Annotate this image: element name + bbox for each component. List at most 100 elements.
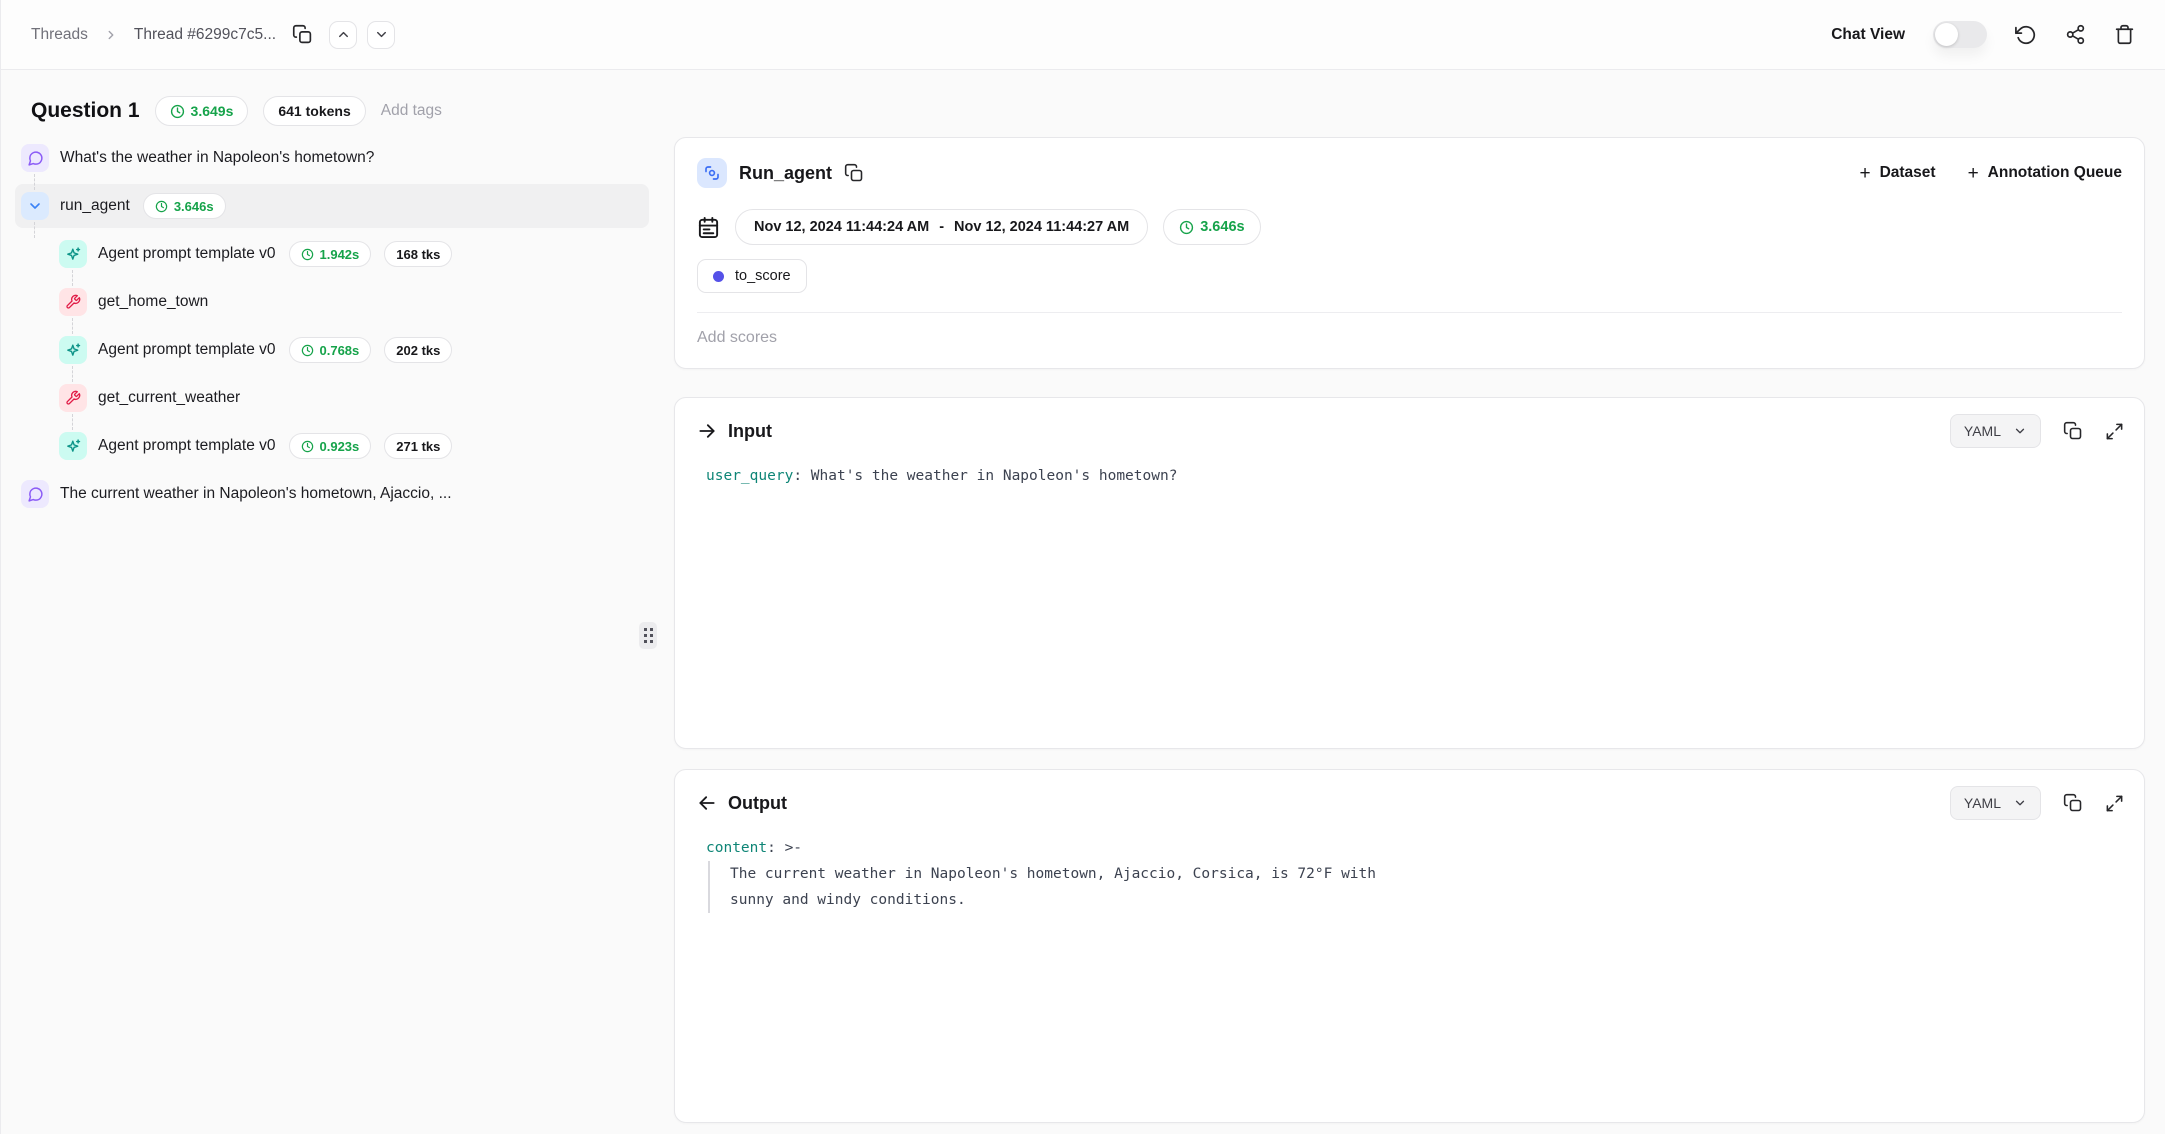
- tree-node-label: get_current_weather: [98, 389, 240, 407]
- input-yaml-content: user_query: What's the weather in Napole…: [706, 463, 2122, 489]
- share-button[interactable]: [2065, 24, 2086, 45]
- wrench-icon: [59, 288, 87, 316]
- expand-output-button[interactable]: [2105, 794, 2124, 813]
- run-summary-card: Run_agent + Dataset + Annotation Queue: [674, 137, 2145, 369]
- input-card-header: Input YAML: [675, 398, 2144, 448]
- breadcrumb-chevron-icon: [104, 28, 118, 42]
- arrow-right-icon: [697, 421, 717, 441]
- tree-node-label: The current weather in Napoleon's hometo…: [60, 485, 452, 503]
- output-title: Output: [728, 793, 787, 814]
- chat-view-toggle[interactable]: [1933, 21, 1987, 48]
- tag-label: to_score: [735, 268, 791, 284]
- add-to-dataset-button[interactable]: + Dataset: [1859, 164, 1935, 183]
- tree-connector: [72, 270, 73, 286]
- yaml-key-line: content: >-: [706, 835, 2122, 861]
- page-title: Question 1: [31, 99, 140, 123]
- copy-thread-id-button[interactable]: [292, 24, 313, 45]
- copy-run-button[interactable]: [844, 163, 864, 183]
- breadcrumb-current-thread: Thread #6299c7c5...: [134, 26, 276, 44]
- next-thread-button[interactable]: [367, 21, 395, 49]
- add-scores-placeholder[interactable]: Add scores: [675, 313, 2144, 363]
- output-yaml-content: content: >- The current weather in Napol…: [706, 835, 2122, 913]
- dataset-button-label: Dataset: [1880, 164, 1936, 182]
- breadcrumb: Threads Thread #6299c7c5...: [31, 21, 395, 49]
- tree-node-tool-call[interactable]: get_home_town: [1, 278, 673, 326]
- trace-tree-panel: Question 1 3.649s 641 tokens Add tags: [1, 70, 673, 1133]
- tree-node-llm-call[interactable]: Agent prompt template v0 0.768s 202 tks: [1, 326, 673, 374]
- node-tokens-badge: 168 tks: [384, 241, 452, 267]
- yaml-block-indicator: >-: [785, 840, 802, 856]
- output-card: Output YAML: [674, 769, 2145, 1123]
- collapse-chevron-icon[interactable]: [21, 192, 49, 220]
- toggle-knob: [1935, 23, 1958, 46]
- tree-node-user-message[interactable]: What's the weather in Napoleon's hometow…: [1, 134, 673, 182]
- question-duration-badge: 3.649s: [155, 96, 249, 126]
- tree-node-run-agent[interactable]: run_agent 3.646s: [15, 184, 649, 228]
- expand-input-button[interactable]: [2105, 422, 2124, 441]
- wrench-icon: [59, 384, 87, 412]
- clock-icon: [301, 248, 314, 261]
- run-duration-badge: 3.646s: [1163, 209, 1260, 245]
- sparkles-icon: [59, 240, 87, 268]
- tree-connector: [34, 174, 35, 190]
- tree-node-label: Agent prompt template v0: [98, 341, 276, 359]
- node-tokens-badge: 271 tks: [384, 433, 452, 459]
- tree-node-llm-call[interactable]: Agent prompt template v0 0.923s 271 tks: [1, 422, 673, 470]
- run-duration-value: 3.646s: [1200, 219, 1244, 235]
- copy-icon: [2063, 793, 2083, 813]
- plus-icon: +: [1859, 164, 1870, 183]
- run-tags-row: to_score: [675, 259, 2144, 293]
- yaml-key: user_query: [706, 468, 793, 484]
- yaml-block-text: The current weather in Napoleon's hometo…: [708, 861, 2122, 913]
- delete-button[interactable]: [2114, 24, 2135, 45]
- tree-node-label: Agent prompt template v0: [98, 437, 276, 455]
- annotation-queue-button-label: Annotation Queue: [1988, 164, 2122, 182]
- add-tags-button[interactable]: Add tags: [381, 102, 442, 120]
- yaml-separator: :: [793, 468, 810, 484]
- clock-icon: [170, 104, 185, 119]
- tree-node-label: What's the weather in Napoleon's hometow…: [60, 149, 374, 167]
- time-separator: -: [939, 219, 944, 235]
- main-area: Question 1 3.649s 641 tokens Add tags: [1, 70, 2165, 1133]
- app-window: Threads Thread #6299c7c5...: [0, 0, 2165, 1134]
- node-duration-value: 3.646s: [174, 199, 214, 214]
- yaml-block-line: sunny and windy conditions.: [730, 887, 2122, 913]
- run-time-row: Nov 12, 2024 11:44:24 AM - Nov 12, 2024 …: [675, 209, 2144, 245]
- input-format-select[interactable]: YAML: [1950, 414, 2041, 448]
- tree-node-tool-call[interactable]: get_current_weather: [1, 374, 673, 422]
- chevron-down-icon: [374, 27, 389, 42]
- run-header: Run_agent + Dataset + Annotation Queue: [675, 138, 2144, 188]
- tree-node-llm-call[interactable]: Agent prompt template v0 1.942s 168 tks: [1, 230, 673, 278]
- breadcrumb-threads-link[interactable]: Threads: [31, 26, 88, 44]
- chevron-up-icon: [336, 27, 351, 42]
- panel-resize-handle[interactable]: [639, 622, 657, 649]
- add-to-annotation-queue-button[interactable]: + Annotation Queue: [1968, 164, 2122, 183]
- expand-icon: [2105, 422, 2124, 441]
- input-card: Input YAML: [674, 397, 2145, 749]
- output-format-select[interactable]: YAML: [1950, 786, 2041, 820]
- trace-tree: What's the weather in Napoleon's hometow…: [1, 134, 673, 518]
- tree-node-label: Agent prompt template v0: [98, 245, 276, 263]
- format-select-value: YAML: [1964, 423, 2001, 439]
- clock-icon: [155, 200, 168, 213]
- tag-to-score[interactable]: to_score: [697, 259, 807, 293]
- question-header: Question 1 3.649s 641 tokens Add tags: [31, 95, 673, 127]
- refresh-button[interactable]: [2015, 24, 2037, 46]
- sparkles-icon: [59, 432, 87, 460]
- tree-node-assistant-message[interactable]: The current weather in Napoleon's hometo…: [1, 470, 673, 518]
- copy-input-button[interactable]: [2063, 421, 2083, 441]
- clock-icon: [1179, 220, 1194, 235]
- tree-connector: [72, 414, 73, 430]
- copy-output-button[interactable]: [2063, 793, 2083, 813]
- node-tokens-badge: 202 tks: [384, 337, 452, 363]
- question-duration-value: 3.649s: [191, 103, 234, 119]
- node-duration-value: 0.923s: [320, 439, 360, 454]
- refresh-icon: [2015, 24, 2037, 46]
- yaml-value: What's the weather in Napoleon's hometow…: [811, 468, 1178, 484]
- run-time-range: Nov 12, 2024 11:44:24 AM - Nov 12, 2024 …: [735, 209, 1148, 245]
- previous-thread-button[interactable]: [329, 21, 357, 49]
- tree-connector: [72, 366, 73, 382]
- arrow-left-icon: [697, 793, 717, 813]
- chevron-down-icon: [2013, 796, 2027, 810]
- format-select-value: YAML: [1964, 795, 2001, 811]
